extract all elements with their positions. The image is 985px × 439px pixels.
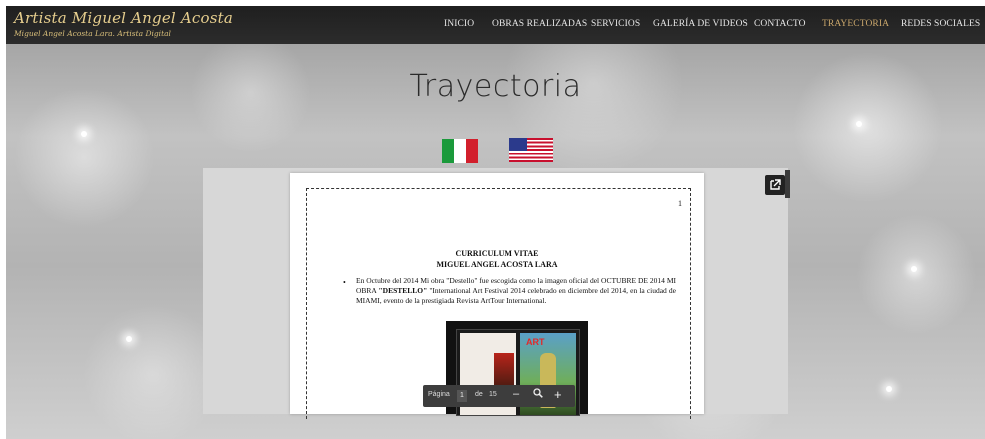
- nav-item-obras-realizadas[interactable]: OBRAS REALIZADAS: [492, 19, 587, 29]
- of-label: de: [475, 391, 483, 398]
- flag-stripe-green: [442, 139, 454, 163]
- page-title: Trayectoria: [409, 69, 582, 104]
- document-page: 1 CURRICULUM VITAE MIGUEL ANGEL ACOSTA L…: [290, 173, 704, 419]
- current-page-input[interactable]: 1: [457, 390, 467, 402]
- sparkle-decoration: [856, 121, 862, 127]
- viewer-toolbar: Página 1 de 15 – +: [423, 385, 575, 407]
- flag-canton: [509, 138, 527, 151]
- nav-item-contacto[interactable]: CONTACTO: [754, 19, 806, 29]
- bullet-icon: •: [343, 278, 346, 287]
- sparkle-decoration: [81, 131, 87, 137]
- cv-heading: CURRICULUM VITAE MIGUEL ANGEL ACOSTA LAR…: [290, 248, 704, 270]
- nav-item-inicio[interactable]: INICIO: [444, 19, 474, 29]
- page-label: Página: [428, 391, 450, 398]
- nav-item-galeria-de-videos[interactable]: GALERÍA DE VIDEOS: [653, 19, 748, 29]
- paragraph-bold: "DESTELLO": [378, 286, 428, 295]
- flag-stripe-white: [454, 139, 466, 163]
- cv-paragraph: En Octubre del 2014 Mi obra "Destello" f…: [356, 276, 676, 306]
- pdf-viewer[interactable]: 1 CURRICULUM VITAE MIGUEL ANGEL ACOSTA L…: [203, 168, 788, 419]
- brand-subtitle: Miguel Angel Acosta Lara. Artista Digita…: [14, 29, 171, 38]
- page-number: 1: [678, 199, 682, 208]
- viewer-scroll-strip: [785, 170, 790, 198]
- brand-title[interactable]: Artista Miguel Angel Acosta: [14, 9, 233, 27]
- zoom-out-button[interactable]: –: [513, 388, 519, 400]
- cv-name: MIGUEL ANGEL ACOSTA LARA: [436, 260, 558, 269]
- usa-flag-icon[interactable]: [509, 138, 553, 162]
- sparkle-decoration: [126, 336, 132, 342]
- total-pages: 15: [489, 391, 497, 398]
- magazine-badge: ART: [526, 337, 545, 347]
- nav-item-servicios[interactable]: SERVICIOS: [591, 19, 640, 29]
- open-in-new-icon[interactable]: [765, 175, 785, 195]
- nav-item-redes-sociales[interactable]: REDES SOCIALES: [901, 19, 980, 29]
- flag-stripe-red: [466, 139, 478, 163]
- italy-flag-icon[interactable]: [442, 139, 478, 163]
- zoom-icon[interactable]: [533, 388, 543, 401]
- cv-title: CURRICULUM VITAE: [455, 249, 539, 258]
- zoom-in-button[interactable]: +: [554, 387, 562, 402]
- page-background: Artista Miguel Angel Acosta Miguel Angel…: [6, 6, 985, 439]
- top-navbar: Artista Miguel Angel Acosta Miguel Angel…: [6, 6, 985, 44]
- sparkle-decoration: [886, 386, 892, 392]
- sparkle-decoration: [911, 266, 917, 272]
- nav-item-trayectoria[interactable]: TRAYECTORIA: [822, 19, 889, 29]
